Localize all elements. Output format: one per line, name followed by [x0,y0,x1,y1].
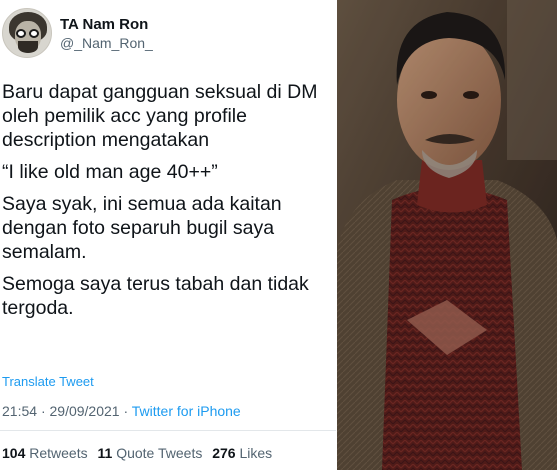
retweets-stat[interactable]: 104 Retweets [2,445,88,461]
tweet-text: Baru dapat gangguan seksual di DM oleh p… [2,80,336,320]
tweet-source[interactable]: Twitter for iPhone [132,403,241,419]
likes-count: 276 [212,445,236,461]
display-name[interactable]: TA Nam Ron [60,15,153,34]
quote-tweets-count: 11 [97,445,113,461]
retweets-count: 104 [2,445,26,461]
tweet-date[interactable]: 29/09/2021 [50,403,120,419]
avatar-glasses-left [16,29,26,38]
meta-separator-1: · [40,403,46,419]
tweet-paragraph-3: Saya syak, ini semua ada kaitan dengan f… [2,193,282,263]
meta-separator-2: · [123,403,129,419]
quote-tweets-stat[interactable]: 11 Quote Tweets [98,445,203,461]
translate-tweet-link[interactable]: Translate Tweet [2,374,94,389]
tweet-time[interactable]: 21:54 [2,403,37,419]
photo-illustration [337,0,557,470]
tweet-paragraph-2: “I like old man age 40++” [2,161,218,183]
retweets-label: Retweets [29,445,88,461]
tweet-meta: 21:54 · 29/09/2021 · Twitter for iPhone [2,403,241,419]
tweet-card: TA Nam Ron @_Nam_Ron_ Baru dapat ganggua… [0,0,336,470]
attached-photo[interactable] [337,0,557,470]
user-handle[interactable]: @_Nam_Ron_ [60,34,153,52]
likes-label: Likes [239,445,273,461]
quote-tweets-label: Quote Tweets [116,445,203,461]
avatar-glasses-right [29,29,39,38]
tweet-paragraph-1: Baru dapat gangguan seksual di DM oleh p… [2,81,318,151]
likes-stat[interactable]: 276 Likes [212,445,272,461]
user-names: TA Nam Ron @_Nam_Ron_ [60,15,153,52]
avatar[interactable] [2,8,52,58]
tweet-header: TA Nam Ron @_Nam_Ron_ [2,6,153,60]
tweet-stats: 104 Retweets 11 Quote Tweets 276 Likes [2,445,278,461]
divider [0,430,336,431]
avatar-beard [18,41,38,53]
tweet-paragraph-4: Semoga saya terus tabah dan tidak tergod… [2,273,309,319]
